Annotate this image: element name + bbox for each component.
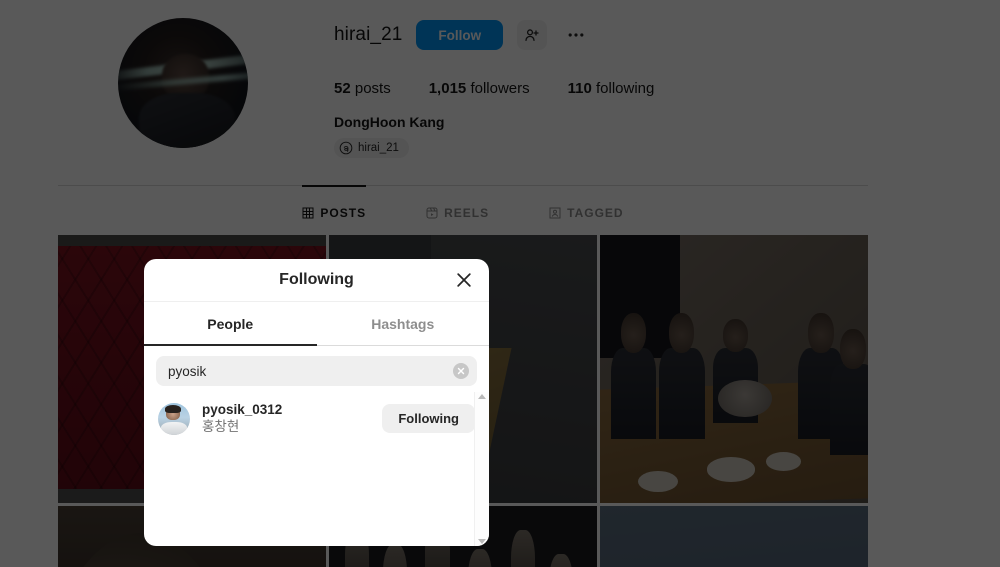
avatar-hair-shape bbox=[165, 405, 182, 414]
list-item-meta: pyosik_0312 홍창현 bbox=[202, 402, 370, 436]
avatar-shirt-shape bbox=[161, 422, 187, 435]
list-item-fullname: 홍창현 bbox=[202, 418, 240, 434]
following-dialog: Following People Hashtags pyosik pyosik_… bbox=[144, 259, 489, 546]
results-scrollbar[interactable] bbox=[474, 392, 489, 546]
search-input[interactable] bbox=[156, 356, 477, 386]
avatar[interactable] bbox=[158, 402, 190, 435]
list-item-username: pyosik_0312 bbox=[202, 402, 283, 417]
dialog-tab-hashtags-label: Hashtags bbox=[371, 315, 435, 332]
close-icon bbox=[457, 273, 471, 287]
clear-search-button[interactable] bbox=[453, 363, 469, 379]
close-button[interactable] bbox=[451, 267, 477, 293]
dialog-tab-people-label: People bbox=[207, 315, 254, 332]
screen: hirai_21 Follow bbox=[0, 0, 1000, 567]
following-button[interactable]: Following bbox=[382, 404, 475, 434]
scroll-up-arrow-icon[interactable] bbox=[478, 394, 486, 399]
search-section bbox=[144, 346, 489, 392]
dialog-tab-bar: People Hashtags bbox=[144, 302, 489, 346]
dialog-title: Following bbox=[279, 271, 354, 288]
search-box bbox=[156, 356, 477, 386]
list-item[interactable]: pyosik_0312 홍창현 Following bbox=[144, 396, 489, 442]
dialog-tab-people[interactable]: People bbox=[144, 302, 317, 346]
clear-circle-icon bbox=[457, 367, 465, 375]
search-results-list[interactable]: pyosik_0312 홍창현 Following bbox=[144, 392, 489, 546]
dialog-tab-hashtags[interactable]: Hashtags bbox=[317, 302, 490, 345]
scroll-down-arrow-icon[interactable] bbox=[478, 539, 486, 544]
dialog-header: Following bbox=[144, 259, 489, 302]
